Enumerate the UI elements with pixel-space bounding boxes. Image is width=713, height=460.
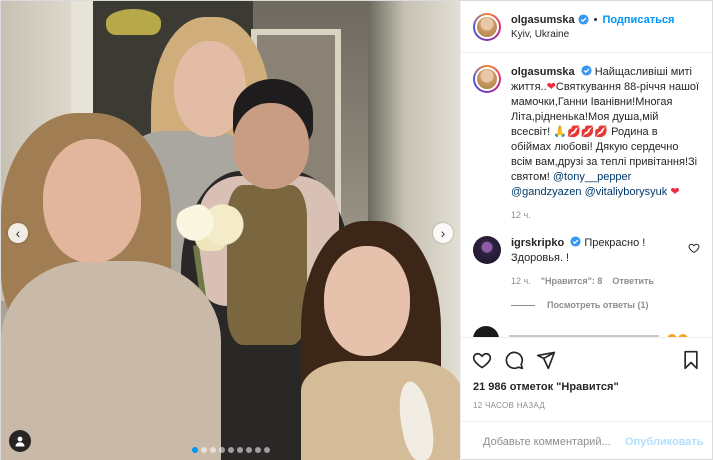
carousel-indicators: [1, 447, 460, 453]
carousel-dot: [200, 447, 207, 453]
like-button[interactable]: [471, 349, 493, 371]
caption-time[interactable]: 12 ч.: [511, 210, 531, 220]
woman-left-body: [1, 261, 221, 460]
post-photo[interactable]: ‹ ›: [1, 1, 460, 460]
chevron-right-icon: ›: [440, 225, 446, 241]
carousel-dot: [218, 447, 225, 453]
post-header: olgasumska • Подписаться Kyiv, Ukraine: [461, 1, 712, 53]
verified-badge-icon: [570, 236, 581, 247]
heart-emoji-icon: ❤: [546, 81, 556, 93]
carousel-dot: [209, 447, 216, 453]
comment-text: igrskripko Прекрасно ! Здоровья. !: [511, 236, 682, 266]
elder-woman-face: [233, 103, 309, 189]
publish-button[interactable]: Опубликовать: [625, 436, 704, 448]
comment-icon: [505, 351, 524, 369]
add-comment-bar: Опубликовать: [461, 421, 712, 460]
caption-row: olgasumska Найщасливіші миті життя..❤Свя…: [473, 65, 700, 220]
carousel-dot: [254, 447, 261, 453]
caption-text: olgasumska Найщасливіші миті життя..❤Свя…: [511, 65, 700, 200]
likes-count[interactable]: 21 986 отметок "Нравится": [461, 381, 712, 397]
view-replies-label: Посмотреть ответы (1): [547, 300, 649, 310]
partial-comment-text: [509, 335, 659, 337]
carousel-dot: [245, 447, 252, 453]
share-icon: [536, 351, 556, 369]
caption-avatar[interactable]: [473, 65, 501, 93]
mention-link[interactable]: @tony__pepper: [553, 171, 631, 183]
carousel-dot: [236, 447, 243, 453]
author-avatar[interactable]: [473, 12, 501, 41]
commenter-username[interactable]: igrskripko: [511, 237, 564, 249]
carousel-dot: [191, 447, 198, 453]
carousel-next-button[interactable]: ›: [433, 223, 453, 243]
verified-badge-icon: [578, 14, 589, 25]
carousel-prev-button[interactable]: ‹: [8, 223, 28, 243]
carousel-dot: [227, 447, 234, 453]
girl-body: [301, 361, 460, 460]
emoji-icon: [667, 334, 688, 337]
girl-face: [324, 246, 410, 356]
partial-commenter-avatar[interactable]: [473, 326, 499, 337]
comment-button[interactable]: [503, 349, 525, 371]
pray-emoji-icon: 🙏: [553, 126, 567, 138]
mention-link[interactable]: @vitaliyborysyuk: [585, 186, 668, 198]
follow-button[interactable]: Подписаться: [602, 14, 674, 26]
mention-link[interactable]: @gandzyazen: [511, 186, 582, 198]
reply-button[interactable]: Ответить: [612, 276, 654, 286]
post-actions: [461, 337, 712, 381]
chevron-left-icon: ‹: [15, 225, 21, 241]
save-button[interactable]: [680, 349, 702, 371]
view-replies-button[interactable]: Посмотреть ответы (1): [511, 300, 700, 310]
comment-like-heart-icon[interactable]: [688, 242, 700, 254]
comment-input[interactable]: [483, 435, 625, 448]
comment-row: igrskripko Прекрасно ! Здоровья. ! 12 ч.…: [473, 236, 700, 286]
commenter-avatar[interactable]: [473, 236, 501, 264]
author-username[interactable]: olgasumska: [511, 14, 575, 26]
instagram-post: ‹ › olgasumska • Подписаться Kyiv, Ukrai…: [0, 0, 713, 460]
user-icon: [15, 436, 25, 447]
post-timestamp[interactable]: 12 ЧАСОВ НАЗАД: [461, 397, 712, 421]
caption-username[interactable]: olgasumska: [511, 66, 575, 78]
bookmark-icon: [684, 350, 698, 369]
post-side-panel: olgasumska • Подписаться Kyiv, Ukraine o…: [460, 1, 712, 460]
flower-bouquet: [171, 203, 251, 251]
post-location[interactable]: Kyiv, Ukraine: [511, 29, 674, 40]
caption-meta: 12 ч.: [511, 210, 700, 220]
carousel-dot: [263, 447, 270, 453]
woman-left-face: [43, 139, 141, 263]
partial-comment-row: [473, 326, 700, 337]
photo-lamp: [106, 9, 161, 35]
heart-icon: [472, 352, 492, 368]
header-separator: •: [593, 13, 598, 26]
comment-likes[interactable]: "Нравится": 8: [541, 276, 603, 286]
heart-emoji-icon: ❤: [670, 186, 680, 198]
comment-meta: 12 ч. "Нравится": 8 Ответить: [511, 276, 682, 286]
comment-time[interactable]: 12 ч.: [511, 276, 531, 286]
view-replies-line: [511, 304, 535, 306]
verified-badge-icon: [581, 65, 592, 76]
share-button[interactable]: [535, 349, 557, 371]
comments-section[interactable]: olgasumska Найщасливіші миті життя..❤Свя…: [461, 53, 712, 337]
lips-emoji-icon: 💋💋💋: [567, 126, 609, 138]
